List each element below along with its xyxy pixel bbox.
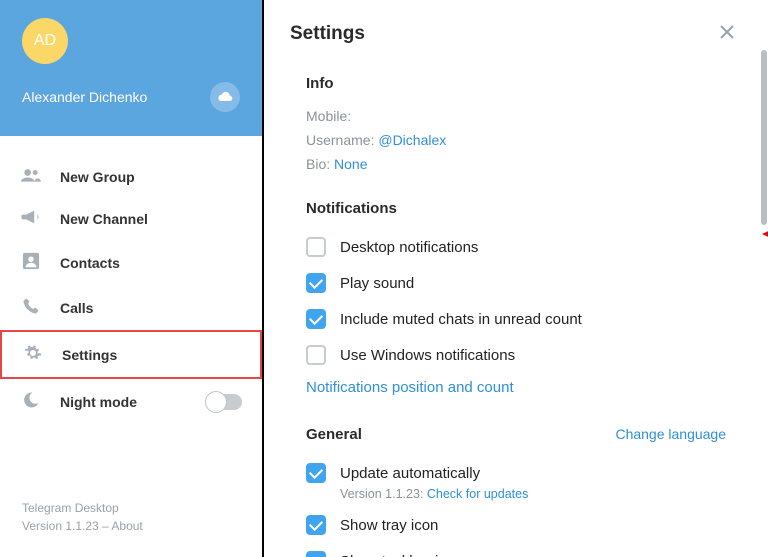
checkbox-label: Show tray icon <box>340 517 438 534</box>
checkbox-update-automatically[interactable]: Update automatically <box>306 455 726 491</box>
checkbox-icon <box>306 515 326 535</box>
user-name: Alexander Dichenko <box>22 89 147 105</box>
gear-icon <box>22 344 44 365</box>
info-heading: Info <box>306 75 334 92</box>
settings-panel: Settings Info Mobile: Username: @Dichale… <box>264 0 768 557</box>
sidebar-item-label: New Group <box>60 169 135 185</box>
app-version: Version 1.1.23 – <box>22 519 111 533</box>
avatar-initials: AD <box>34 32 56 50</box>
sidebar-footer: Telegram Desktop Version 1.1.23 – About <box>0 483 262 557</box>
sidebar-item-label: New Channel <box>60 211 148 227</box>
checkbox-label: Desktop notifications <box>340 239 478 256</box>
sidebar-menu: New Group New Channel Contacts Calls Set… <box>0 136 262 483</box>
sidebar-item-new-group[interactable]: New Group <box>0 156 262 197</box>
checkbox-icon <box>306 345 326 365</box>
general-section: General Change language Update automatic… <box>306 426 726 557</box>
checkbox-icon <box>306 463 326 483</box>
checkbox-desktop-notifications[interactable]: Desktop notifications <box>306 229 726 265</box>
sidebar-item-night-mode[interactable]: Night mode <box>0 379 262 424</box>
sidebar-item-label: Night mode <box>60 394 137 410</box>
sidebar-item-calls[interactable]: Calls <box>0 285 262 330</box>
group-icon <box>20 168 42 185</box>
avatar[interactable]: AD <box>22 18 68 64</box>
panel-body[interactable]: Info Mobile: Username: @Dichalex Bio: No… <box>264 67 768 557</box>
checkbox-icon <box>306 551 326 557</box>
info-bio-label: Bio: <box>306 156 334 172</box>
checkbox-play-sound[interactable]: Play sound <box>306 265 726 301</box>
notifications-section: Notifications Desktop notifications Play… <box>306 200 726 402</box>
checkbox-icon <box>306 237 326 257</box>
check-for-updates-link[interactable]: Check for updates <box>427 487 528 501</box>
phone-icon <box>20 297 42 318</box>
page-title: Settings <box>290 23 365 45</box>
info-username-label: Username: <box>306 132 378 148</box>
checkbox-icon <box>306 273 326 293</box>
general-heading: General <box>306 426 362 443</box>
person-icon <box>20 252 42 273</box>
sidebar-item-label: Calls <box>60 300 93 316</box>
sidebar-item-label: Contacts <box>60 255 120 271</box>
close-button[interactable] <box>712 18 742 49</box>
info-section: Info Mobile: Username: @Dichalex Bio: No… <box>306 75 726 176</box>
scrollbar-thumb[interactable] <box>761 50 767 225</box>
info-bio-value[interactable]: None <box>334 156 367 172</box>
change-language-link[interactable]: Change language <box>615 426 726 442</box>
moon-icon <box>20 391 42 412</box>
sidebar-item-new-channel[interactable]: New Channel <box>0 197 262 240</box>
checkbox-label: Update automatically <box>340 465 480 482</box>
checkbox-label: Include muted chats in unread count <box>340 311 582 328</box>
megaphone-icon <box>20 209 42 228</box>
checkbox-label: Play sound <box>340 275 414 292</box>
checkbox-icon <box>306 309 326 329</box>
checkbox-include-muted[interactable]: Include muted chats in unread count <box>306 301 726 337</box>
info-mobile: Mobile: <box>306 104 726 128</box>
night-mode-toggle[interactable] <box>206 394 242 410</box>
saved-messages-button[interactable] <box>210 82 240 112</box>
sidebar: AD Alexander Dichenko New Group New Chan… <box>0 0 264 557</box>
checkbox-show-taskbar-icon[interactable]: Show taskbar icon <box>306 543 726 557</box>
close-icon <box>720 25 734 39</box>
info-username-value[interactable]: @Dichalex <box>378 132 446 148</box>
sidebar-item-contacts[interactable]: Contacts <box>0 240 262 285</box>
sidebar-item-settings[interactable]: Settings <box>0 330 262 379</box>
scrollbar[interactable] <box>760 50 768 557</box>
checkbox-show-tray-icon[interactable]: Show tray icon <box>306 507 726 543</box>
app-name: Telegram Desktop <box>22 499 240 517</box>
panel-header: Settings <box>264 0 768 67</box>
checkbox-use-windows-notifications[interactable]: Use Windows notifications <box>306 337 726 373</box>
about-link[interactable]: About <box>111 519 142 533</box>
update-version-text: Version 1.1.23: <box>340 487 427 501</box>
sidebar-item-label: Settings <box>62 347 117 363</box>
checkbox-label: Show taskbar icon <box>340 553 463 557</box>
cloud-icon <box>217 91 233 103</box>
notifications-heading: Notifications <box>306 200 397 217</box>
checkbox-label: Use Windows notifications <box>340 347 515 364</box>
sidebar-header: AD Alexander Dichenko <box>0 0 262 136</box>
notifications-position-link[interactable]: Notifications position and count <box>306 373 726 402</box>
